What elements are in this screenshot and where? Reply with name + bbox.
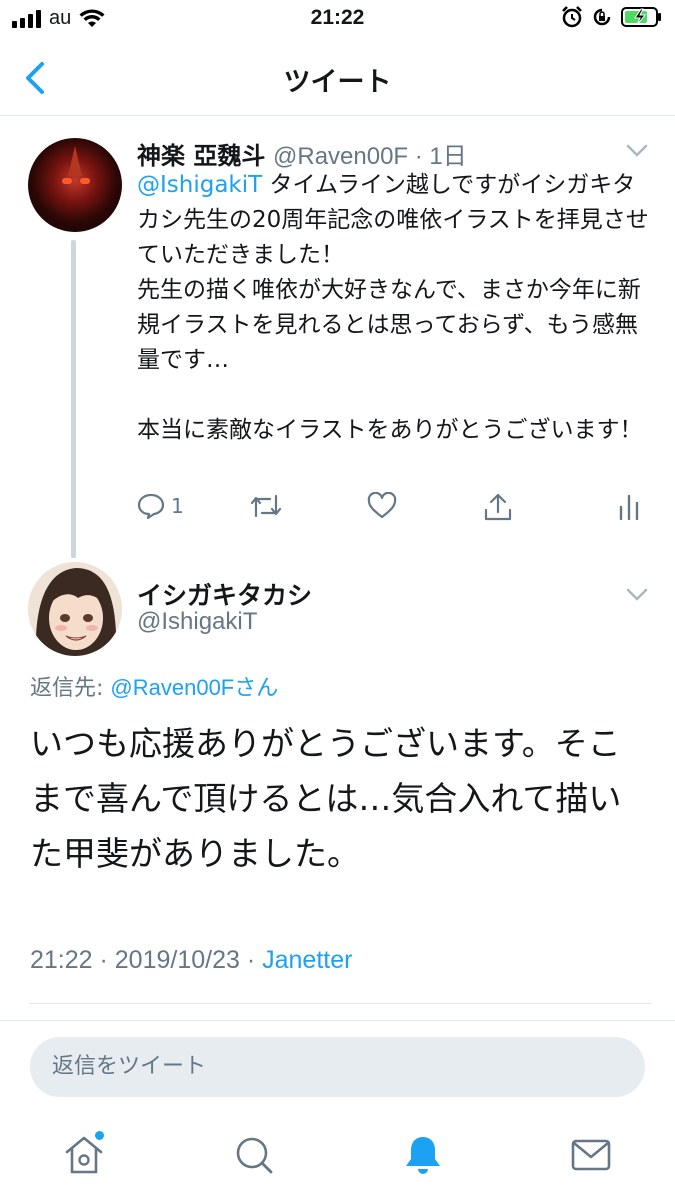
avatar[interactable] (28, 562, 122, 656)
status-bar: au 21:22 (0, 0, 675, 40)
mention-link[interactable]: @IshigakiT (137, 172, 262, 198)
reply-to-label: 返信先: (30, 676, 111, 701)
share-icon (484, 493, 512, 521)
thread-line (71, 240, 76, 558)
reply-to-line: 返信先: @Raven00Fさん (30, 670, 278, 702)
reply-count: 1 (171, 494, 184, 518)
handle-and-time: @Raven00F · 1日 (273, 143, 467, 170)
analytics-icon (619, 494, 639, 520)
search-icon[interactable] (232, 1133, 276, 1177)
rotation-lock-icon (593, 8, 611, 26)
retweet-icon (250, 494, 282, 518)
tweet-timestamp: 21:22 · 2019/10/23 · Janetter (30, 946, 352, 975)
tab-bar (0, 1115, 675, 1200)
tweet-text-body: タイムライン越しですがイシガキタカシ先生の20周年記念の唯依イラストを拝見させて… (137, 172, 649, 443)
tweet-text: @IshigakiT タイムライン越しですがイシガキタカシ先生の20周年記念の唯… (137, 168, 657, 448)
display-name[interactable]: イシガキタカシ (137, 576, 312, 612)
handle[interactable]: @IshigakiT (137, 608, 257, 636)
nav-bar: ツイート (0, 40, 675, 116)
avatar[interactable] (28, 138, 122, 232)
reply-to-mention[interactable]: @Raven00Fさん (110, 675, 278, 700)
like-button[interactable] (367, 492, 397, 520)
page-title: ツイート (283, 67, 392, 98)
like-icon (367, 492, 397, 519)
messages-icon[interactable] (569, 1133, 613, 1177)
battery-charging-icon (621, 7, 661, 27)
reply-input[interactable]: 返信をツイート (30, 1037, 645, 1097)
timestamp-text: 21:22 · 2019/10/23 · (30, 946, 263, 974)
notifications-icon[interactable] (401, 1133, 445, 1177)
home-badge-dot (95, 1131, 104, 1140)
divider (30, 1003, 652, 1004)
analytics-button[interactable] (617, 492, 641, 520)
chevron-down-icon[interactable] (626, 144, 648, 158)
alarm-icon (562, 6, 582, 28)
tweet-actions: 1 (137, 492, 657, 528)
display-name[interactable]: 神楽 亞魏斗 (137, 142, 265, 170)
share-button[interactable] (483, 492, 513, 522)
retweet-button[interactable] (249, 492, 283, 520)
tweet-header: 神楽 亞魏斗 @Raven00F · 1日 (137, 136, 467, 171)
tweet-text: いつも応援ありがとうございます。そこまで喜んで頂けるとは…気合入れて描いた甲斐が… (30, 724, 622, 873)
chevron-down-icon[interactable] (626, 588, 648, 602)
source-app-link[interactable]: Janetter (262, 946, 352, 974)
divider (0, 1020, 675, 1021)
reply-icon (137, 493, 165, 520)
reply-button[interactable]: 1 (137, 492, 184, 520)
